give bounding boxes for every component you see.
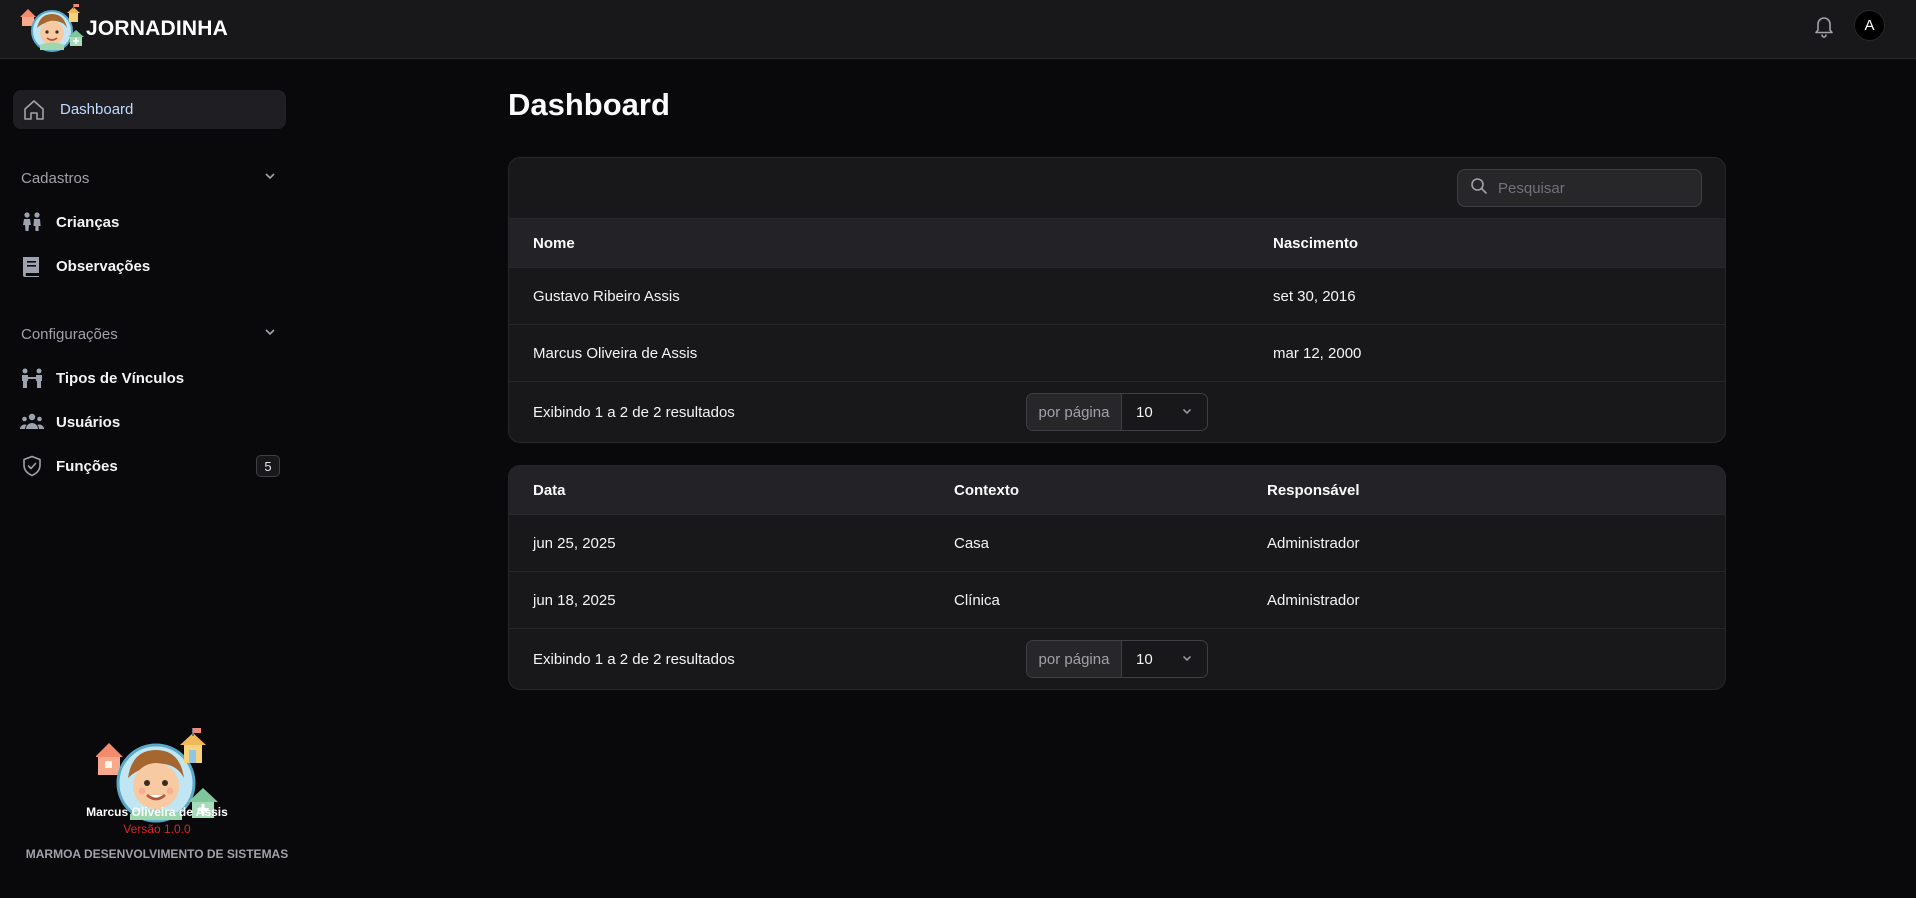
- per-page-control: por página 10: [1026, 393, 1208, 431]
- cell-date: jun 25, 2025: [533, 535, 616, 552]
- notifications-bell-icon[interactable]: [1813, 14, 1835, 38]
- per-page-select[interactable]: 10: [1122, 394, 1207, 430]
- cell-birth: set 30, 2016: [1273, 288, 1356, 305]
- page-title: Dashboard: [508, 87, 670, 122]
- brand[interactable]: JORNADINHA: [20, 4, 228, 54]
- cell-responsible: Administrador: [1267, 535, 1360, 552]
- observations-table-card: Data Contexto Responsável jun 25, 2025 C…: [508, 465, 1726, 690]
- group-title: Configurações: [21, 325, 118, 343]
- sidebar-item-funcoes[interactable]: Funções 5: [20, 451, 280, 481]
- sidebar-group-configuracoes[interactable]: Configurações: [21, 321, 277, 347]
- cell-responsible: Administrador: [1267, 592, 1360, 609]
- top-bar: JORNADINHA A: [0, 0, 1916, 59]
- chevron-down-icon: [263, 325, 277, 343]
- per-page-value: 10: [1136, 650, 1153, 668]
- user-avatar[interactable]: A: [1854, 10, 1885, 41]
- cell-name: Gustavo Ribeiro Assis: [533, 288, 680, 305]
- search-icon: [1470, 177, 1488, 199]
- sidebar-item-tipos-de-vinculos[interactable]: Tipos de Vínculos: [20, 363, 280, 393]
- group-title: Cadastros: [21, 169, 90, 187]
- sidebar-item-label: Crianças: [56, 213, 120, 231]
- cell-name: Marcus Oliveira de Assis: [533, 345, 698, 362]
- chevron-down-icon: [263, 169, 277, 187]
- sidebar-item-label: Usuários: [56, 413, 121, 431]
- app-version: Versão 1.0.0: [123, 822, 191, 836]
- chevron-down-icon: [1181, 651, 1193, 668]
- table-row[interactable]: jun 25, 2025 Casa Administrador: [509, 515, 1725, 572]
- sidebar-item-observacoes[interactable]: Observações: [20, 251, 280, 281]
- app-name: JORNADINHA: [86, 17, 229, 40]
- results-info: Exibindo 1 a 2 de 2 resultados: [533, 651, 735, 668]
- users-icon: [20, 410, 44, 434]
- sidebar-item-label: Dashboard: [60, 101, 134, 118]
- per-page-value: 10: [1136, 403, 1153, 421]
- column-header-contexto[interactable]: Contexto: [954, 482, 1019, 499]
- children-icon: [20, 210, 44, 234]
- sidebar-item-dashboard[interactable]: Dashboard: [13, 90, 286, 129]
- table-row[interactable]: jun 18, 2025 Clínica Administrador: [509, 572, 1725, 629]
- column-header-nome[interactable]: Nome: [533, 235, 575, 252]
- per-page-control: por página 10: [1026, 640, 1208, 678]
- table-header: Nome Nascimento: [509, 219, 1725, 268]
- search-input[interactable]: [1498, 179, 1678, 197]
- table-row[interactable]: Marcus Oliveira de Assis mar 12, 2000: [509, 325, 1725, 382]
- sidebar-item-label: Observações: [56, 257, 151, 275]
- per-page-select[interactable]: 10: [1122, 641, 1207, 677]
- cell-context: Casa: [954, 535, 990, 552]
- sidebar-item-criancas[interactable]: Crianças: [20, 207, 280, 237]
- per-page-label: por página: [1027, 641, 1122, 677]
- column-header-responsavel[interactable]: Responsável: [1267, 482, 1360, 499]
- brand-logo: [20, 4, 84, 54]
- count-badge: 5: [256, 455, 280, 477]
- column-header-data[interactable]: Data: [533, 482, 566, 499]
- table-header: Data Contexto Responsável: [509, 466, 1725, 515]
- shield-icon: [20, 454, 44, 478]
- table-row[interactable]: Gustavo Ribeiro Assis set 30, 2016: [509, 268, 1725, 325]
- cell-context: Clínica: [954, 592, 1000, 609]
- table-toolbar: [509, 158, 1725, 219]
- children-table-card: Nome Nascimento Gustavo Ribeiro Assis se…: [508, 157, 1726, 443]
- table-footer: Exibindo 1 a 2 de 2 resultados por págin…: [509, 382, 1725, 442]
- home-icon: [22, 98, 46, 122]
- table-footer: Exibindo 1 a 2 de 2 resultados por págin…: [509, 629, 1725, 689]
- results-info: Exibindo 1 a 2 de 2 resultados: [533, 404, 735, 421]
- sidebar: Dashboard Cadastros Crianças Observações: [0, 60, 296, 898]
- sidebar-item-label: Funções: [56, 457, 118, 475]
- cell-date: jun 18, 2025: [533, 592, 616, 609]
- sidebar-group-cadastros[interactable]: Cadastros: [21, 165, 277, 191]
- footer-user-name: Marcus Oliveira de Assis: [86, 805, 228, 819]
- book-icon: [20, 254, 44, 278]
- cell-birth: mar 12, 2000: [1273, 345, 1362, 362]
- per-page-label: por página: [1027, 394, 1122, 430]
- column-header-nascimento[interactable]: Nascimento: [1273, 235, 1358, 252]
- company-name: MARMOA DESENVOLVIMENTO DE SISTEMAS: [25, 847, 289, 861]
- sidebar-item-label: Tipos de Vínculos: [56, 369, 185, 387]
- search-box[interactable]: [1457, 169, 1702, 207]
- sidebar-item-usuarios[interactable]: Usuários: [20, 407, 280, 437]
- link-people-icon: [20, 366, 44, 390]
- chevron-down-icon: [1181, 404, 1193, 421]
